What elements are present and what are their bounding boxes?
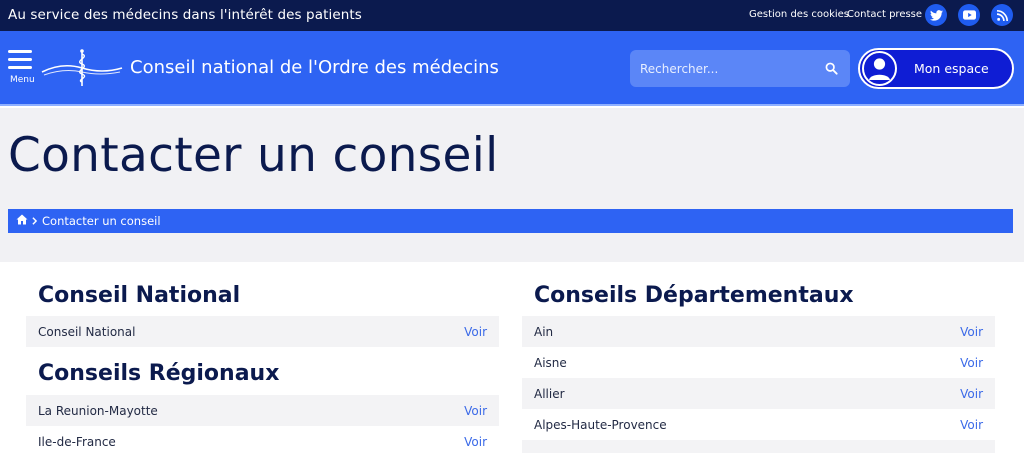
press-contact-link[interactable]: Contact presse <box>847 9 922 20</box>
list-item: Conseil National Voir <box>26 316 499 347</box>
list-item: Allier Voir <box>522 378 995 409</box>
list-item: La Reunion-Mayotte Voir <box>26 395 499 426</box>
page-title: Contacter un conseil <box>8 128 499 183</box>
tagline: Au service des médecins dans l'intérêt d… <box>8 7 362 23</box>
council-name: Conseil National <box>38 324 136 339</box>
national-heading-wrap: Conseil National <box>38 283 240 308</box>
search-input[interactable] <box>630 50 812 87</box>
list-item: Aisne Voir <box>522 347 995 378</box>
voir-link[interactable]: Voir <box>464 435 487 449</box>
user-icon <box>862 51 897 86</box>
account-label: Mon espace <box>914 61 989 76</box>
hamburger-icon <box>8 50 32 53</box>
voir-link[interactable]: Voir <box>464 404 487 418</box>
section-heading-national: Conseil National <box>38 283 241 308</box>
youtube-icon[interactable] <box>958 4 980 26</box>
twitter-icon[interactable] <box>925 4 947 26</box>
council-name: Aisne <box>534 355 567 370</box>
council-name: Allier <box>534 386 565 401</box>
list-item: Alpes-Haute-Provence Voir <box>522 409 995 440</box>
search-icon <box>825 62 838 75</box>
page-hero: Contacter un conseil Contacter un consei… <box>0 108 1024 262</box>
council-name: Ile-de-France <box>38 434 116 449</box>
list-item: Ile-de-France Voir <box>26 426 499 453</box>
voir-link[interactable]: Voir <box>960 387 983 401</box>
council-name: Alpes-Haute-Provence <box>534 417 667 432</box>
voir-link[interactable]: Voir <box>960 356 983 370</box>
council-name: Ain <box>534 324 554 339</box>
breadcrumb: Contacter un conseil <box>8 209 1013 233</box>
hamburger-icon-bar <box>8 58 32 61</box>
list-item-partial <box>522 440 995 453</box>
voir-link[interactable]: Voir <box>960 418 983 432</box>
hamburger-icon-bar <box>8 66 32 69</box>
section-heading-regionaux: Conseils Régionaux <box>38 361 280 386</box>
top-bar: Au service des médecins dans l'intérêt d… <box>0 0 1024 31</box>
site-title[interactable]: Conseil national de l'Ordre des médecins <box>130 57 499 78</box>
council-name: La Reunion-Mayotte <box>38 403 158 418</box>
menu-label: Menu <box>10 75 35 85</box>
cookies-link[interactable]: Gestion des cookies <box>749 9 849 20</box>
list-item: Ain Voir <box>522 316 995 347</box>
search-box <box>630 50 850 87</box>
menu-button[interactable]: Menu <box>8 50 36 85</box>
caduceus-logo-icon[interactable] <box>40 48 124 92</box>
section-heading-departementaux: Conseils Départementaux <box>534 283 854 308</box>
departementaux-heading-wrap: Conseils Départementaux <box>534 283 854 308</box>
home-icon[interactable] <box>16 214 28 228</box>
search-button[interactable] <box>813 50 850 87</box>
account-button[interactable]: Mon espace <box>858 48 1014 89</box>
breadcrumb-current: Contacter un conseil <box>42 214 161 228</box>
voir-link[interactable]: Voir <box>464 325 487 339</box>
chevron-right-icon <box>32 214 38 228</box>
main-header: Menu Conseil national de l'Ordre des méd… <box>0 31 1024 106</box>
regionaux-heading-wrap: Conseils Régionaux <box>38 361 279 386</box>
voir-link[interactable]: Voir <box>960 325 983 339</box>
rss-icon[interactable] <box>991 4 1013 26</box>
